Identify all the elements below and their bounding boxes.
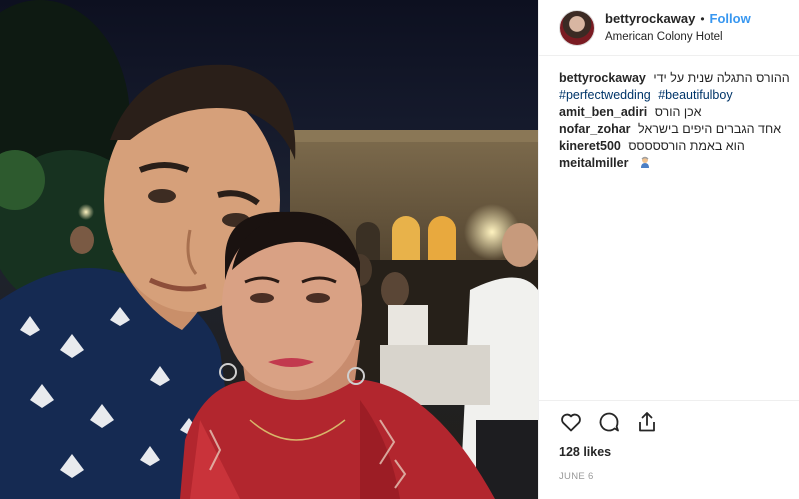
separator-dot: •	[700, 11, 705, 26]
hashtag-link[interactable]: #perfectwedding	[559, 88, 651, 102]
comment-item: amit_ben_adiri אכן הורס	[559, 104, 789, 121]
avatar[interactable]	[559, 9, 595, 46]
comment-text: אכן הורס	[654, 105, 702, 119]
follow-button[interactable]: Follow	[710, 11, 751, 27]
post-actions: 128 likes JUNE 6	[539, 400, 799, 482]
comments-list: bettyrockaway ההורס התגלה שנית על ידי #p…	[539, 56, 799, 172]
comment-username[interactable]: meitalmiller	[559, 156, 628, 170]
post-sidebar: bettyrockaway • Follow American Colony H…	[538, 0, 799, 499]
action-icons	[559, 409, 784, 435]
likes-count[interactable]: 128 likes	[559, 445, 784, 459]
location-link[interactable]: American Colony Hotel	[605, 29, 751, 45]
comment-item: nofar_zohar אחד הגברים היפים בישראל	[559, 121, 789, 138]
heart-icon[interactable]	[559, 410, 583, 434]
share-icon[interactable]	[635, 410, 659, 434]
author-username[interactable]: bettyrockaway	[605, 11, 695, 27]
comment-item: kineret500 הוא באמת הורססססס	[559, 138, 789, 155]
caption: bettyrockaway ההורס התגלה שנית על ידי	[559, 70, 790, 87]
comment-username[interactable]: amit_ben_adiri	[559, 105, 647, 119]
header-text: bettyrockaway • Follow American Colony H…	[605, 11, 751, 45]
caption-hashtags: #perfectwedding #beautifulboy	[559, 87, 789, 104]
header-row: bettyrockaway • Follow	[605, 11, 751, 27]
hashtag-link[interactable]: #beautifulboy	[658, 88, 732, 102]
comment-text: הוא באמת הורססססס	[628, 139, 745, 153]
comment-username[interactable]: kineret500	[559, 139, 621, 153]
post-photo[interactable]	[0, 0, 538, 499]
comment-icon[interactable]	[597, 410, 621, 434]
post-date[interactable]: JUNE 6	[559, 471, 784, 482]
comment-item: meitalmiller	[559, 155, 789, 172]
comment-username[interactable]: nofar_zohar	[559, 122, 631, 136]
face-emoji-icon	[640, 156, 649, 168]
instagram-post: bettyrockaway • Follow American Colony H…	[0, 0, 799, 499]
selfie-image	[0, 0, 538, 499]
caption-username[interactable]: bettyrockaway	[559, 71, 646, 85]
caption-text: ההורס התגלה שנית על ידי	[653, 71, 790, 85]
post-header: bettyrockaway • Follow American Colony H…	[539, 0, 799, 56]
comment-text: אחד הגברים היפים בישראל	[638, 122, 782, 136]
